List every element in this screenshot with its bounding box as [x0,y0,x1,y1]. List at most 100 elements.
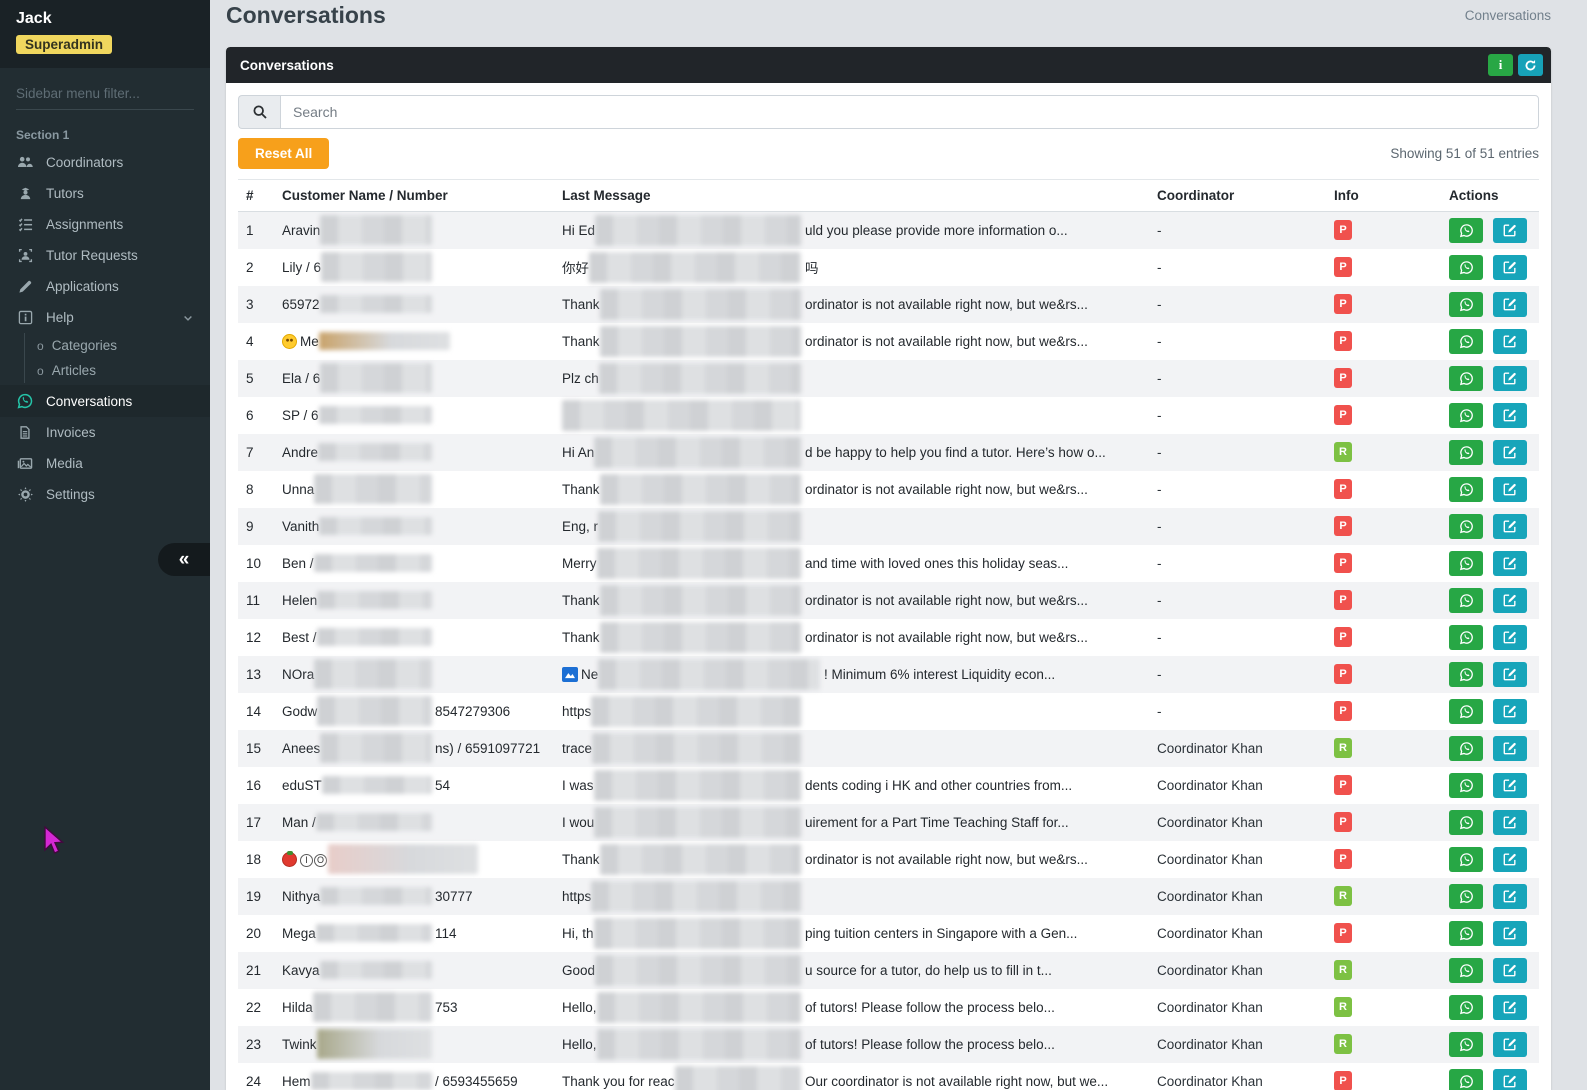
sidebar-item-invoices[interactable]: Invoices [0,417,210,448]
edit-button[interactable] [1492,698,1527,724]
whatsapp-button[interactable] [1449,735,1483,761]
whatsapp-button[interactable] [1449,957,1483,983]
table-row[interactable]: 12 Best / Thank ordinator is not availab… [238,619,1539,656]
whatsapp-button[interactable] [1449,402,1483,428]
table-row[interactable]: 24 Hem / 6593455659 Thank you for reac O… [238,1063,1539,1090]
sidebar-item-applications[interactable]: Applications [0,271,210,302]
table-row[interactable]: 8 Unna Thank ordinator is not available … [238,471,1539,508]
info-badge[interactable]: P [1334,775,1352,795]
edit-button[interactable] [1492,550,1527,576]
sidebar-collapse-button[interactable]: « [158,543,210,576]
table-row[interactable]: 11 Helen Thank ordinator is not availabl… [238,581,1539,619]
info-badge[interactable]: P [1334,479,1352,499]
sidebar-subitem-categories[interactable]: o Categories [25,333,210,358]
table-row[interactable]: 7 Andre Hi An d be happy to help you fin… [238,433,1539,471]
table-row[interactable]: 3 65972 Thank ordinator is not available… [238,285,1539,323]
sidebar-subitem-articles[interactable]: o Articles [25,358,210,383]
info-badge[interactable]: P [1334,812,1352,832]
info-badge[interactable]: R [1334,1034,1352,1054]
table-row[interactable]: 13 NOra Ne ! Minimum 6% interest Liquidi… [238,655,1539,693]
whatsapp-button[interactable] [1449,291,1483,317]
whatsapp-button[interactable] [1449,217,1483,243]
col-actions[interactable]: Actions [1441,179,1539,212]
table-row[interactable]: 16 eduST 54 I was dents coding i HK and … [238,767,1539,804]
table-row[interactable]: 14 Godw 8547279306 https - P [238,693,1539,730]
info-badge[interactable]: P [1334,368,1352,388]
edit-button[interactable] [1492,328,1527,354]
table-row[interactable]: 2 Lily / 6 你好 吗 - P [238,249,1539,286]
info-badge[interactable]: P [1334,331,1352,351]
info-badge[interactable]: P [1334,220,1352,241]
sidebar-item-conversations[interactable]: Conversations [0,385,210,417]
whatsapp-button[interactable] [1449,661,1483,687]
edit-button[interactable] [1492,587,1527,613]
reset-all-button[interactable]: Reset All [238,138,330,169]
edit-button[interactable] [1492,254,1527,280]
col-coordinator[interactable]: Coordinator [1149,179,1326,212]
table-row[interactable]: 20 Mega 114 Hi, th ping tuition centers … [238,915,1539,952]
info-badge[interactable]: R [1334,960,1352,980]
sidebar-item-media[interactable]: Media [0,448,210,479]
sidebar-item-assignments[interactable]: Assignments [0,209,210,240]
table-row[interactable]: 15 Anees ns) / 6591097721 trace Coordina… [238,729,1539,767]
col-info[interactable]: Info [1326,179,1441,212]
search-input[interactable] [280,95,1539,129]
table-row[interactable]: 21 Kavya Good u source for a tutor, do h… [238,951,1539,989]
edit-button[interactable] [1492,624,1527,650]
edit-button[interactable] [1492,291,1527,317]
info-badge[interactable]: P [1334,627,1352,647]
sidebar-filter-input[interactable] [16,82,194,110]
whatsapp-button[interactable] [1449,476,1483,502]
table-row[interactable]: 22 Hilda 753 Hello, of tutors! Please fo… [238,989,1539,1026]
whatsapp-button[interactable] [1449,328,1483,354]
whatsapp-button[interactable] [1449,550,1483,576]
col-last-message[interactable]: Last Message [554,179,1149,212]
edit-button[interactable] [1492,513,1527,539]
info-badge[interactable]: P [1334,553,1352,573]
info-badge[interactable]: R [1334,738,1352,758]
edit-button[interactable] [1492,217,1527,243]
edit-button[interactable] [1492,402,1527,428]
edit-button[interactable] [1492,809,1527,835]
info-badge[interactable]: P [1334,701,1352,721]
refresh-button[interactable] [1518,54,1543,76]
sidebar-item-coordinators[interactable]: Coordinators [0,146,210,178]
edit-button[interactable] [1492,1068,1527,1090]
whatsapp-button[interactable] [1449,883,1483,909]
sidebar-item-settings[interactable]: Settings [0,479,210,510]
info-badge[interactable]: R [1334,997,1352,1017]
info-badge[interactable]: P [1334,590,1352,610]
table-row[interactable]: 17 Man / I wou uirement for a Part Time … [238,803,1539,841]
whatsapp-button[interactable] [1449,513,1483,539]
col-number[interactable]: # [238,179,274,212]
info-badge[interactable]: R [1334,442,1352,462]
whatsapp-button[interactable] [1449,809,1483,835]
info-badge[interactable]: P [1334,294,1352,314]
sidebar-item-help[interactable]: Help [0,302,210,333]
info-badge[interactable]: R [1334,886,1352,906]
table-row[interactable]: 4 Me Thank ordinator is not available ri… [238,323,1539,360]
info-badge[interactable]: P [1334,405,1352,425]
edit-button[interactable] [1492,661,1527,687]
table-row[interactable]: 5 Ela / 6 Plz ch - P [238,359,1539,397]
info-badge[interactable]: P [1334,849,1352,869]
whatsapp-button[interactable] [1449,587,1483,613]
edit-button[interactable] [1492,365,1527,391]
info-button[interactable]: i [1488,54,1513,76]
whatsapp-button[interactable] [1449,254,1483,280]
col-customer[interactable]: Customer Name / Number [274,179,554,212]
table-row[interactable]: 23 Twink Hello, of tutors! Please follow… [238,1025,1539,1063]
edit-button[interactable] [1492,772,1527,798]
table-row[interactable]: 6 SP / 6 - P [238,397,1539,434]
whatsapp-button[interactable] [1449,439,1483,465]
info-badge[interactable]: P [1334,257,1352,277]
table-row[interactable]: 1 Aravin Hi Ed uld you please provide mo… [238,211,1539,249]
whatsapp-button[interactable] [1449,920,1483,946]
whatsapp-button[interactable] [1449,846,1483,872]
info-badge[interactable]: P [1334,923,1352,943]
whatsapp-button[interactable] [1449,994,1483,1020]
breadcrumb[interactable]: Conversations [1465,0,1551,23]
whatsapp-button[interactable] [1449,365,1483,391]
edit-button[interactable] [1492,439,1527,465]
edit-button[interactable] [1492,957,1527,983]
